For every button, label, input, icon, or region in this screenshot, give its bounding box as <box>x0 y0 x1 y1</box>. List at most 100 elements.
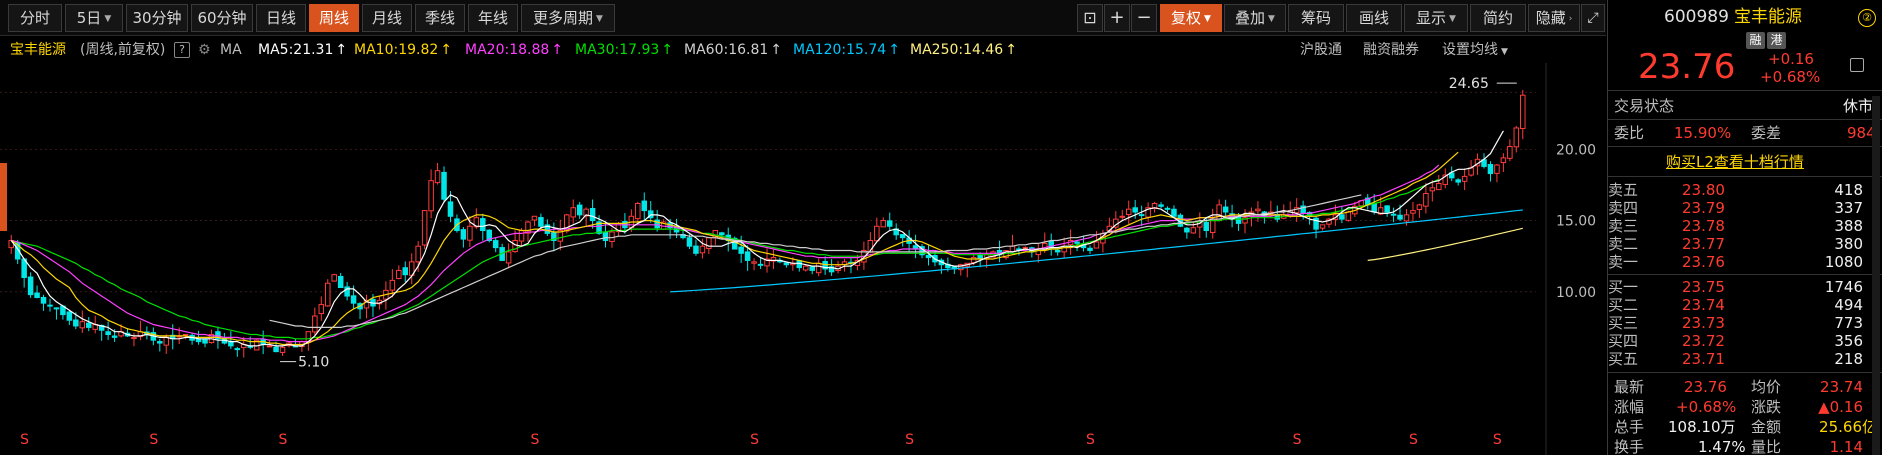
tab-label: 季线 <box>424 9 455 27</box>
margin-trading-link[interactable]: 融资融券 <box>1363 37 1419 63</box>
price-change-pct: +0.68% <box>1760 68 1821 86</box>
period-toolbar: 分时 5日 ▼ 30分钟 60分钟 日线 周线 月线 季线 年线 更多周期 ▼ ⊡ … <box>0 0 1606 36</box>
candle-body <box>421 210 428 246</box>
candle-body <box>85 322 92 328</box>
weicha-label: 委差 <box>1751 124 1782 142</box>
side-collapse-tab[interactable] <box>0 163 7 231</box>
chips-label: 筹码 <box>1300 9 1331 27</box>
tab-label: 分时 <box>19 9 50 27</box>
tab-label: 5日 <box>76 9 102 27</box>
arrow-up-icon: ↑ <box>661 42 674 58</box>
candle-body <box>1138 214 1145 217</box>
stat-label: 金额 <box>1751 418 1782 436</box>
tab-yearly[interactable]: 年线 <box>468 4 518 32</box>
candle-body <box>1461 175 1468 182</box>
candle-body <box>1339 214 1345 220</box>
kline-svg[interactable]: 20.00 15.00 10.00 24.65 5.10 S S S S S S S S S S <box>0 63 1606 455</box>
candle-body <box>1190 227 1197 234</box>
candle-body <box>467 225 473 241</box>
candle-body <box>1455 179 1461 183</box>
weibi-label: 委比 <box>1614 124 1645 142</box>
candle-body <box>441 171 447 200</box>
buy-l2-link[interactable]: 购买L2查看十档行情 <box>1666 151 1804 173</box>
fuquan-button[interactable]: 复权 ▼ <box>1160 4 1222 32</box>
dividend-s-marker: S <box>149 432 158 448</box>
kline-chart[interactable]: 20.00 15.00 10.00 24.65 5.10 S S S S S S S S S S <box>0 63 1606 455</box>
stat-row-change: 涨幅 +0.68% 涨跌 ▲0.16 <box>1608 396 1882 418</box>
zoom-out-icon[interactable]: − <box>1131 4 1157 32</box>
info-circle-icon[interactable]: ② <box>1858 9 1876 27</box>
legend-stock-name: 宝丰能源 <box>10 42 66 58</box>
stat-label: 换手 <box>1614 438 1645 455</box>
candle-body <box>337 275 344 289</box>
settings-gear-icon[interactable]: ⚙ <box>198 37 211 63</box>
tab-monthly[interactable]: 月线 <box>362 4 412 32</box>
candle-body <box>815 262 822 274</box>
candle-body <box>1319 224 1326 229</box>
ma120-value: MA120:15.74 ↑ <box>793 37 900 63</box>
stat-row-turnover: 换手 1.47% 量比 1.14 <box>1608 436 1882 455</box>
stat-row-latest: 最新 23.76 均价 23.74 <box>1608 376 1882 398</box>
candle-body <box>157 341 163 344</box>
ma20-line <box>11 164 1440 343</box>
draw-line-label: 画线 <box>1358 9 1389 27</box>
ask-row: 卖一 23.76 1080 <box>1608 251 1882 273</box>
candle-body <box>589 207 596 222</box>
tab-label: 日线 <box>265 9 296 27</box>
panel-scrollbar[interactable] <box>1872 96 1880 455</box>
stat-value: 1.14 <box>1829 438 1863 455</box>
arrow-up-icon: ↑ <box>335 42 348 58</box>
tab-more-periods[interactable]: 更多周期 ▼ <box>521 4 615 32</box>
tab-label: 30分钟 <box>132 9 182 27</box>
stat-value: +0.68% <box>1676 398 1737 416</box>
stat-value: 23.74 <box>1820 378 1863 396</box>
tab-label: 年线 <box>477 9 508 27</box>
divider <box>1608 176 1882 177</box>
tab-weekly[interactable]: 周线 <box>309 4 359 32</box>
candle-body <box>34 292 40 298</box>
price-change: +0.16 <box>1768 50 1814 68</box>
zoom-in-icon[interactable]: + <box>1104 4 1130 32</box>
help-icon[interactable]: ? <box>174 42 190 58</box>
margin-badge: 融 <box>1746 32 1765 49</box>
arrow-up-icon: ↑ <box>440 42 453 58</box>
draw-line-button[interactable]: 画线 <box>1346 4 1402 32</box>
ma120-text: MA120:15.74 <box>793 42 887 58</box>
legend-mode: (周线,前复权) <box>80 42 166 58</box>
tab-quarterly[interactable]: 季线 <box>415 4 465 32</box>
candle-body <box>602 231 609 242</box>
tab-5day[interactable]: 5日 ▼ <box>65 4 123 32</box>
bid-price: 23.71 <box>1682 350 1725 368</box>
tab-intraday[interactable]: 分时 <box>8 4 62 32</box>
y-tick-label: 10.00 <box>1556 285 1596 301</box>
display-button[interactable]: 显示 ▼ <box>1404 4 1468 32</box>
tab-30min[interactable]: 30分钟 <box>126 4 188 32</box>
candle-body <box>1429 187 1436 192</box>
ma-settings-link[interactable]: 设置均线 ▼ <box>1442 37 1508 65</box>
stat-label: 均价 <box>1751 378 1782 396</box>
divider <box>1608 90 1882 91</box>
chips-button[interactable]: 筹码 <box>1288 4 1344 32</box>
candle-body <box>1494 164 1500 174</box>
candle-body <box>1087 247 1093 251</box>
hide-button[interactable]: 隐藏 › <box>1528 4 1580 32</box>
candle-body <box>434 170 441 184</box>
caret-down-icon: ▼ <box>1268 13 1275 24</box>
fullscreen-icon[interactable]: ⤢ <box>1581 4 1605 32</box>
candle-body <box>66 311 73 321</box>
ask-volume: 1080 <box>1824 253 1863 271</box>
brief-button[interactable]: 简约 <box>1470 4 1526 32</box>
candle-body <box>1500 157 1507 164</box>
ma-settings-label: 设置均线 <box>1442 42 1498 58</box>
tab-daily[interactable]: 日线 <box>256 4 306 32</box>
bid-label: 买五 <box>1608 350 1639 368</box>
candle-body <box>1164 207 1171 210</box>
stat-value: 1.47% <box>1698 438 1746 455</box>
dividend-s-marker: S <box>750 432 759 448</box>
lock-icon[interactable]: ⊡ <box>1077 4 1103 32</box>
hk-connect-link[interactable]: 沪股通 <box>1300 37 1342 63</box>
tab-60min[interactable]: 60分钟 <box>191 4 253 32</box>
overlay-button[interactable]: 叠加 ▼ <box>1224 4 1286 32</box>
candle-body <box>744 251 751 261</box>
expand-square-icon[interactable] <box>1850 58 1864 72</box>
